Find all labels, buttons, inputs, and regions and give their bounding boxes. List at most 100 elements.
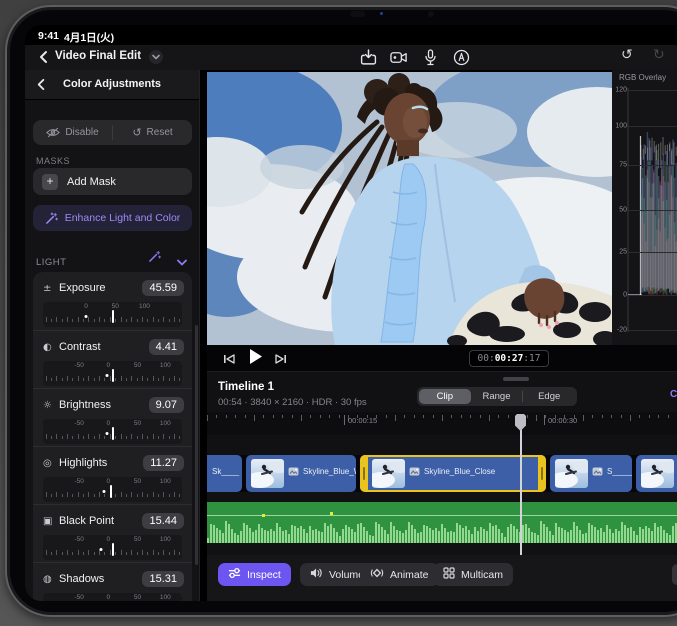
param-head: ◍Shadows15.31: [43, 569, 184, 589]
transport-bar: 00:00:27:17: [207, 345, 677, 372]
reset-button[interactable]: ↺ Reset: [113, 120, 192, 145]
timeline-drag-handle[interactable]: [503, 377, 529, 381]
enhance-label: Enhance Light and Color: [65, 212, 181, 224]
waveform-bar: [468, 530, 470, 543]
slider-scale-label: 100: [160, 478, 171, 485]
waveform-bar: [429, 528, 431, 543]
slider-default-dot: [105, 374, 108, 377]
ruler-tick: [621, 415, 622, 418]
import-media-icon[interactable]: [359, 48, 377, 66]
multicam-button[interactable]: Multicam: [433, 563, 513, 586]
waveform-bar: [330, 524, 332, 543]
ruler-tick: [480, 415, 481, 418]
param-slider[interactable]: -50050100: [43, 477, 182, 502]
connect-button-partial[interactable]: C: [670, 389, 677, 400]
slider-scale-label: 50: [134, 420, 141, 427]
trim-handle-right[interactable]: [538, 455, 546, 492]
param-value[interactable]: 15.44: [142, 513, 184, 529]
slider-tick: [126, 436, 127, 439]
light-section-header[interactable]: LIGHT: [36, 252, 189, 266]
undo-icon[interactable]: ↺: [621, 47, 633, 63]
back-chevron-icon[interactable]: [37, 50, 51, 64]
param-value[interactable]: 4.41: [149, 339, 184, 355]
waveform-bar: [396, 530, 398, 543]
magic-wand-icon: [45, 212, 58, 225]
slider-value-line[interactable]: [110, 485, 112, 498]
waveform-bar: [222, 533, 224, 543]
scope-gridline: [628, 252, 677, 253]
light-parameters-card: ±Exposure45.59050100◐Contrast4.41-500501…: [33, 272, 192, 601]
mode-clip[interactable]: Clip: [419, 389, 471, 404]
light-collapse-chevron-icon[interactable]: [177, 253, 187, 271]
waveform-bar: [591, 525, 593, 543]
slider-value-line[interactable]: [112, 427, 114, 440]
param-slider[interactable]: -50050100: [43, 535, 182, 560]
slider-value-line[interactable]: [112, 369, 114, 382]
playhead-line[interactable]: [520, 429, 522, 555]
waveform-bar: [465, 526, 467, 543]
slider-tick: [142, 550, 143, 555]
slider-scale-label: 100: [160, 594, 171, 601]
slider-value-line[interactable]: [112, 310, 114, 323]
timeline-name[interactable]: Timeline 1: [218, 381, 274, 393]
slider-tick: [174, 550, 175, 555]
slider-tick: [88, 550, 89, 555]
waveform-bar: [384, 530, 386, 543]
param-slider[interactable]: -50050100: [43, 419, 182, 444]
project-title-chevron-down-icon[interactable]: [149, 50, 163, 64]
keyframe-marker[interactable]: [262, 514, 265, 517]
ruler-tick: [536, 415, 537, 421]
waveform-bar: [516, 529, 518, 543]
skip-to-end-icon[interactable]: [273, 351, 289, 366]
sidebar-scrollbar[interactable]: [195, 325, 198, 565]
keyframe-marker[interactable]: [330, 512, 333, 515]
ruler-tick: [583, 415, 584, 421]
timeline-meta: 00:54 · 3840 × 2160 · HDR · 30 fps: [218, 397, 367, 408]
timeline-clip[interactable]: S_____: [550, 455, 632, 492]
play-button-icon[interactable]: [247, 349, 263, 364]
slider-tick: [153, 492, 154, 497]
add-mask-button[interactable]: + Add Mask: [33, 168, 192, 195]
param-slider[interactable]: -50050100: [43, 593, 182, 601]
mode-range[interactable]: Range: [471, 389, 523, 404]
enhance-light-color-button[interactable]: Enhance Light and Color: [33, 205, 192, 231]
param-value[interactable]: 11.27: [143, 455, 184, 471]
param-value[interactable]: 9.07: [149, 397, 184, 413]
audio-track[interactable]: [207, 502, 677, 543]
slider-tick: [121, 376, 122, 381]
param-slider[interactable]: -50050100: [43, 361, 182, 386]
scope-axis-label: 120: [613, 87, 627, 94]
timeline-clip[interactable]: Sk____: [207, 455, 242, 492]
animate-button[interactable]: Animate: [360, 563, 439, 586]
skip-to-start-icon[interactable]: [221, 351, 237, 366]
slider-tick: [163, 492, 164, 497]
param-value[interactable]: 15.31: [142, 571, 184, 587]
timeline-ruler[interactable]: 00:00:1500:00:30: [207, 412, 677, 435]
ruler-tick: [527, 415, 528, 418]
param-slider[interactable]: 050100: [43, 302, 182, 327]
slider-tick: [46, 317, 47, 322]
disable-button[interactable]: Disable: [33, 120, 112, 145]
waveform-bar: [255, 530, 257, 543]
timeline-clip[interactable]: Skyline_Blue_Close: [360, 455, 546, 492]
timeline-clip[interactable]: Skyline_Blue_Wide: [246, 455, 356, 492]
timeline-clip[interactable]: [636, 455, 677, 492]
trim-handle-left[interactable]: [360, 455, 368, 492]
ruler-tick: [207, 415, 208, 421]
pencil-tools-icon[interactable]: [452, 48, 470, 66]
inspect-button[interactable]: Inspect: [218, 563, 291, 586]
ruler-tick: [386, 415, 387, 418]
toolbar-partial-button[interactable]: [672, 564, 677, 585]
param-value[interactable]: 45.59: [142, 280, 184, 296]
microphone-icon[interactable]: [421, 48, 439, 66]
video-preview[interactable]: [207, 72, 612, 345]
slider-value-line[interactable]: [112, 543, 114, 556]
waveform-bar: [624, 525, 626, 543]
mode-edge[interactable]: Edge: [523, 389, 575, 404]
plus-icon: +: [42, 174, 58, 190]
param-icon: ◍: [43, 574, 59, 585]
slider-tick: [169, 378, 170, 381]
record-video-camera-icon[interactable]: [390, 48, 408, 66]
project-title[interactable]: Video Final Edit: [55, 50, 141, 62]
slider-tick: [131, 492, 132, 497]
